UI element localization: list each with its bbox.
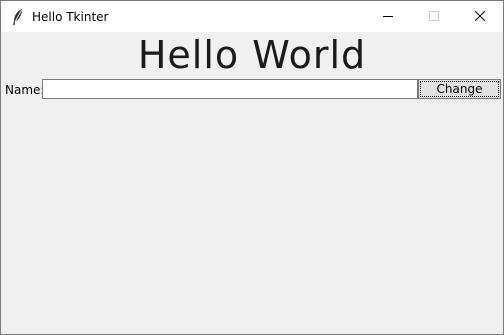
hello-heading: Hello World <box>137 33 367 77</box>
close-icon <box>475 11 485 21</box>
maximize-button[interactable] <box>411 1 457 32</box>
minimize-icon <box>383 16 393 17</box>
close-button[interactable] <box>457 1 503 32</box>
maximize-icon <box>429 11 439 21</box>
name-input[interactable] <box>42 79 418 99</box>
title-bar[interactable]: Hello Tkinter <box>1 1 503 32</box>
feather-icon <box>11 8 25 26</box>
name-label: Name: <box>5 83 45 97</box>
app-window: Hello Tkinter Hello World Name: Change <box>0 0 504 335</box>
client-area: Hello World Name: Change <box>1 32 503 334</box>
change-button[interactable]: Change <box>418 79 501 99</box>
window-title: Hello Tkinter <box>32 10 109 24</box>
minimize-button[interactable] <box>365 1 411 32</box>
